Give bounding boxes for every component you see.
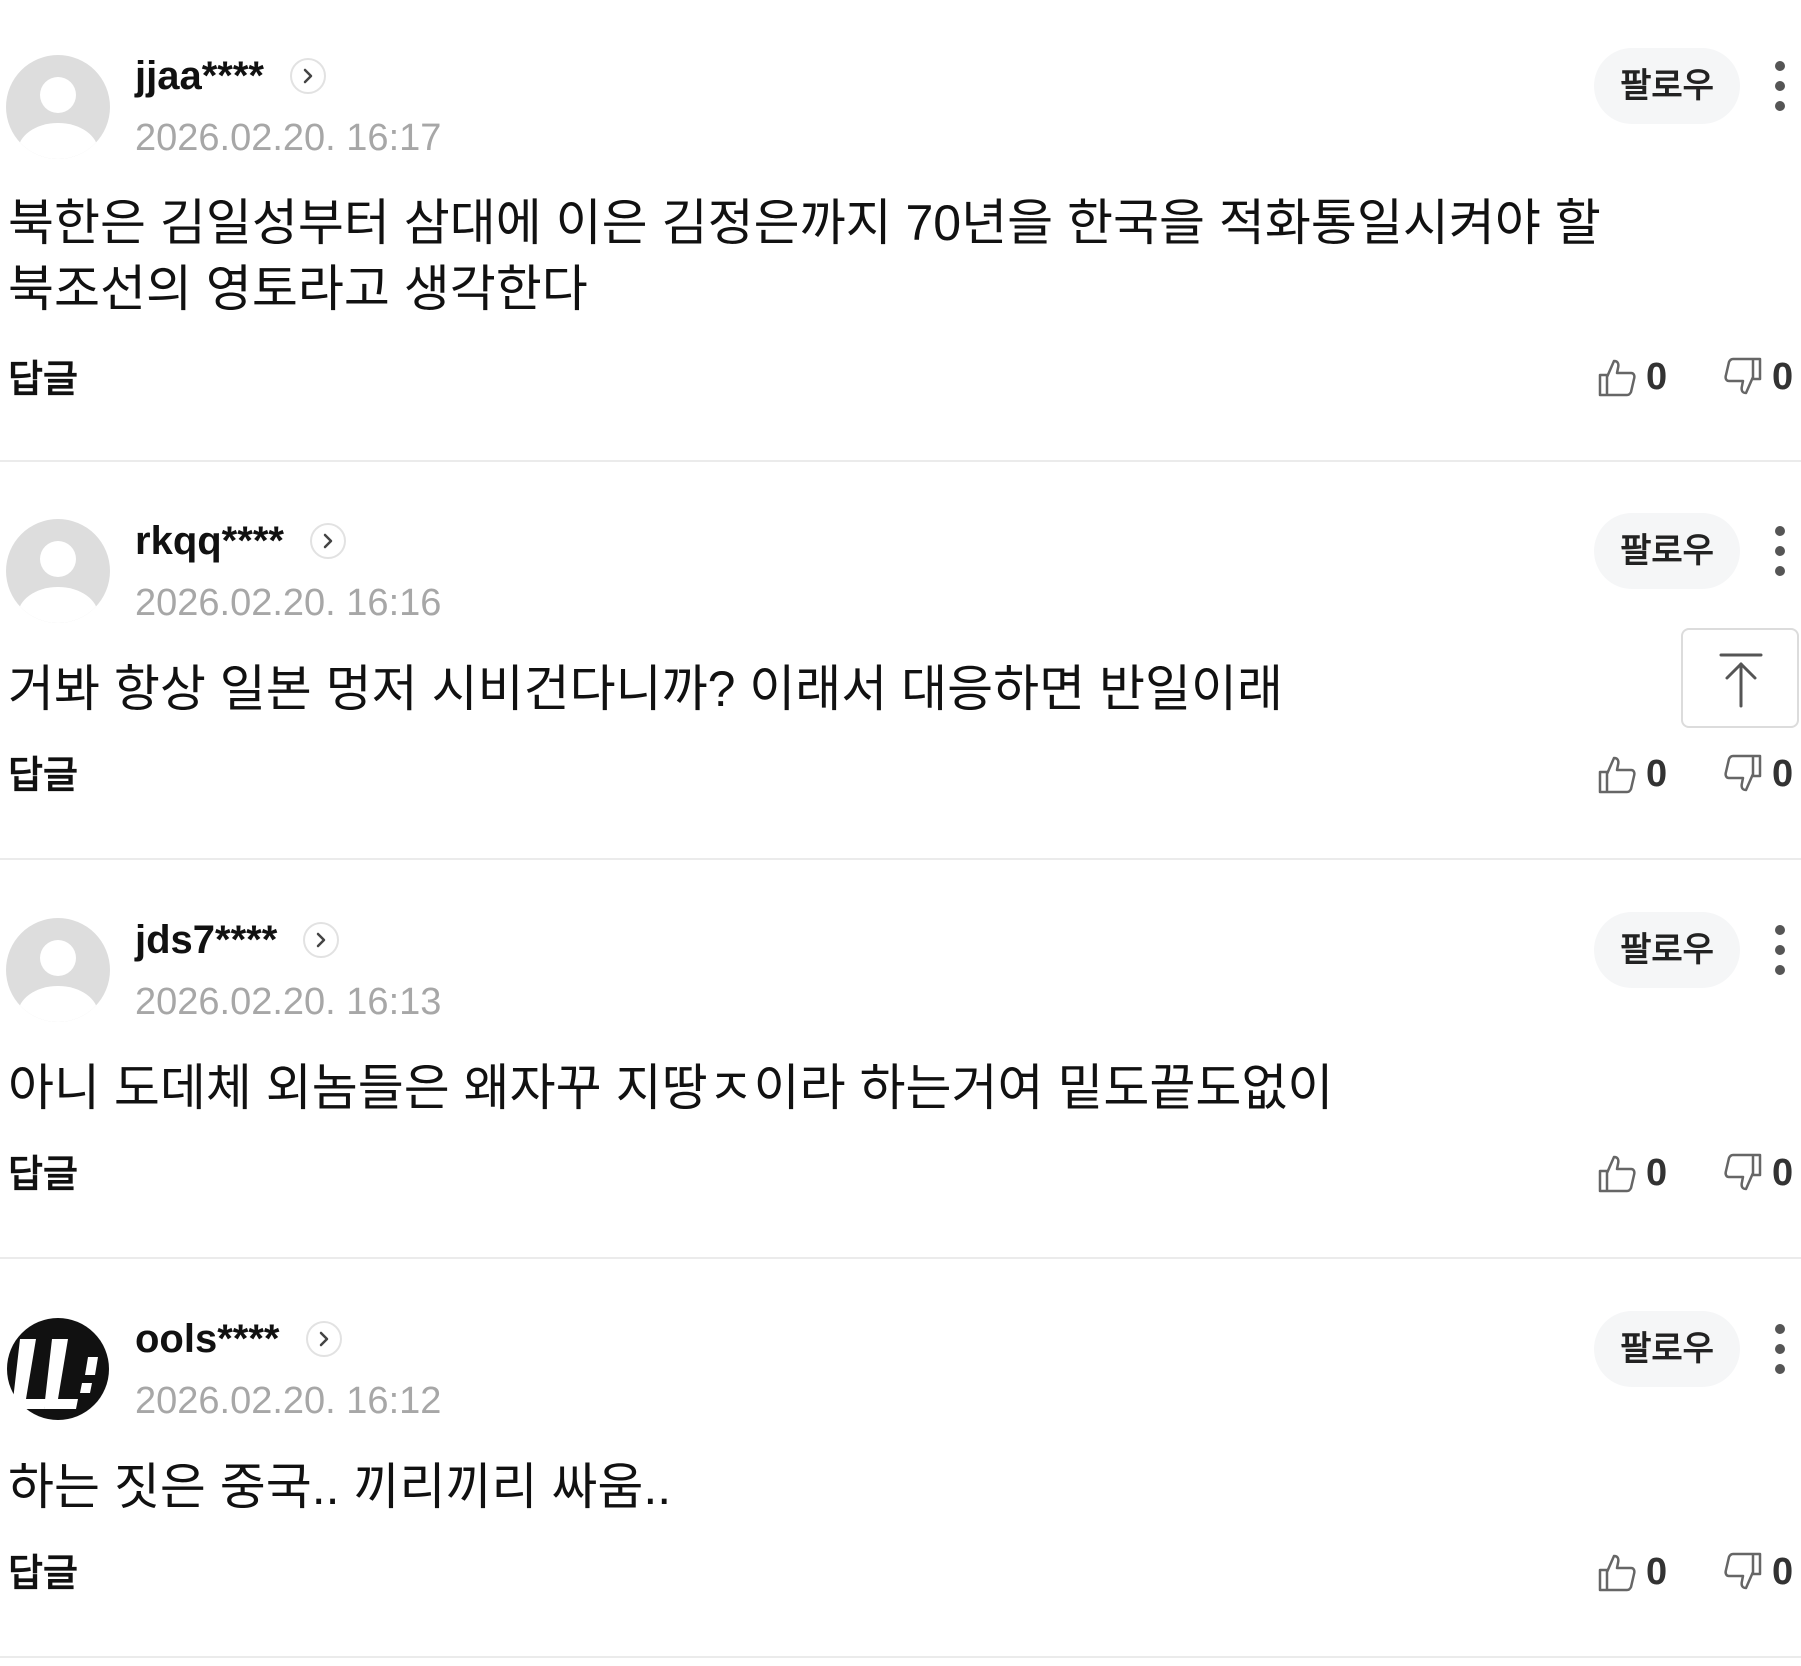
comment-list: jjaa**** 2026.02.20. 16:17 팔로우 북한은 김일성부터…	[0, 0, 1801, 1658]
default-avatar-icon	[6, 519, 110, 623]
default-avatar-icon	[6, 55, 110, 159]
comment-text: 북한은 김일성부터 삼대에 이은 김정은까지 70년을 한국을 적화통일시켜야 …	[8, 195, 1601, 317]
follow-button[interactable]: 팔로우	[1594, 912, 1740, 988]
username[interactable]: rkqq****	[135, 517, 346, 565]
avatar[interactable]	[6, 55, 110, 159]
thumbs-down-icon	[1724, 754, 1762, 792]
username[interactable]: ools****	[135, 1315, 342, 1363]
like-button[interactable]: 0	[1596, 355, 1667, 399]
comment-item: ools**** 2026.02.20. 16:12 팔로우 하는 짓은 중국.…	[0, 1259, 1801, 1658]
reply-button[interactable]: 답글	[8, 1552, 78, 1596]
dislike-button[interactable]: 0	[1722, 1550, 1793, 1594]
thumbs-down-icon	[1724, 357, 1762, 395]
thumbs-up-icon	[1598, 756, 1636, 794]
username-text: rkqq****	[135, 519, 284, 563]
more-vertical-icon	[1775, 1324, 1785, 1374]
default-avatar-icon	[6, 918, 110, 1022]
comment-text: 하는 짓은 중국.. 끼리끼리 싸움..	[8, 1459, 672, 1515]
comment-timestamp: 2026.02.20. 16:12	[135, 1380, 442, 1422]
like-count: 0	[1646, 1551, 1668, 1593]
like-count: 0	[1646, 356, 1668, 398]
comment-timestamp: 2026.02.20. 16:13	[135, 981, 442, 1023]
scroll-to-top-button[interactable]	[1681, 628, 1799, 728]
like-button[interactable]: 0	[1596, 1550, 1667, 1594]
thumbs-up-icon	[1598, 1554, 1636, 1592]
comment-text: 아니 도데체 외놈들은 왜자꾸 지땅ㅈ이라 하는거여 밑도끝도없이	[8, 1060, 1334, 1116]
thumbs-up-icon	[1598, 1155, 1636, 1193]
brand-logo-avatar-icon	[6, 1317, 110, 1421]
more-options-button[interactable]	[1764, 1321, 1796, 1377]
follow-button[interactable]: 팔로우	[1594, 48, 1740, 124]
username-text: jds7****	[135, 918, 278, 962]
thumbs-down-icon	[1724, 1153, 1762, 1191]
like-button[interactable]: 0	[1596, 752, 1667, 796]
chevron-right-icon[interactable]	[303, 922, 340, 958]
comment-item: rkqq**** 2026.02.20. 16:16 팔로우 거봐 항상 일본 …	[0, 462, 1801, 860]
username-text: jjaa****	[135, 54, 264, 98]
follow-button[interactable]: 팔로우	[1594, 1311, 1740, 1387]
dislike-button[interactable]: 0	[1722, 752, 1793, 796]
like-button[interactable]: 0	[1596, 1151, 1667, 1195]
comment-item: jjaa**** 2026.02.20. 16:17 팔로우 북한은 김일성부터…	[0, 0, 1801, 462]
avatar[interactable]	[6, 1317, 110, 1421]
thumbs-up-icon	[1598, 359, 1636, 397]
dislike-count: 0	[1772, 1152, 1794, 1194]
username-text: ools****	[135, 1317, 280, 1361]
reply-button[interactable]: 답글	[8, 754, 78, 798]
thumbs-down-icon	[1724, 1552, 1762, 1590]
dislike-count: 0	[1772, 356, 1794, 398]
reply-button[interactable]: 답글	[8, 1153, 78, 1197]
chevron-right-icon[interactable]	[289, 58, 326, 94]
more-vertical-icon	[1775, 61, 1785, 111]
dislike-count: 0	[1772, 753, 1794, 795]
more-vertical-icon	[1775, 925, 1785, 975]
chevron-right-icon[interactable]	[305, 1321, 342, 1357]
more-vertical-icon	[1775, 526, 1785, 576]
dislike-button[interactable]: 0	[1722, 1151, 1793, 1195]
avatar[interactable]	[6, 918, 110, 1022]
reply-button[interactable]: 답글	[8, 358, 78, 402]
comment-text: 거봐 항상 일본 멍저 시비건다니까? 이래서 대응하면 반일이래	[8, 661, 1284, 717]
more-options-button[interactable]	[1764, 58, 1796, 114]
comment-item: jds7**** 2026.02.20. 16:13 팔로우 아니 도데체 외놈…	[0, 860, 1801, 1259]
comment-timestamp: 2026.02.20. 16:17	[135, 117, 442, 159]
dislike-button[interactable]: 0	[1722, 355, 1793, 399]
follow-button[interactable]: 팔로우	[1594, 513, 1740, 589]
avatar[interactable]	[6, 519, 110, 623]
comment-timestamp: 2026.02.20. 16:16	[135, 582, 442, 624]
dislike-count: 0	[1772, 1551, 1794, 1593]
more-options-button[interactable]	[1764, 922, 1796, 978]
more-options-button[interactable]	[1764, 523, 1796, 579]
username[interactable]: jjaa****	[135, 52, 326, 100]
arrow-up-icon	[1719, 653, 1763, 708]
username[interactable]: jds7****	[135, 916, 340, 964]
like-count: 0	[1646, 753, 1668, 795]
like-count: 0	[1646, 1152, 1668, 1194]
chevron-right-icon[interactable]	[309, 523, 346, 559]
